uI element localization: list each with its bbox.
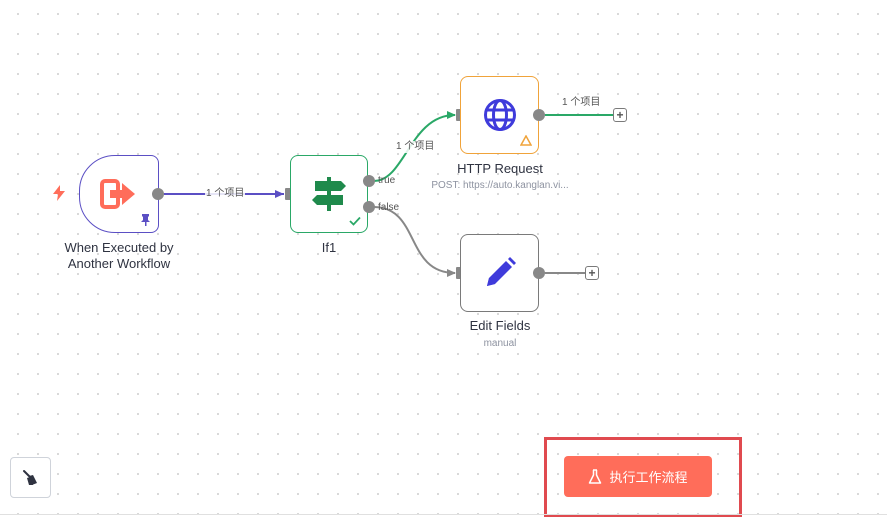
http-node-title: HTTP Request — [457, 161, 543, 176]
lightning-bolt-icon — [53, 185, 65, 201]
output-handle-false[interactable] — [363, 201, 375, 213]
if-node-title: If1 — [321, 240, 337, 255]
sign-in-arrow-icon — [100, 179, 135, 209]
tidy-up-button[interactable] — [10, 457, 51, 498]
execute-workflow-label: 执行工作流程 — [609, 470, 688, 485]
add-node-after-edit-button[interactable]: + — [585, 266, 599, 280]
execute-workflow-button[interactable]: 执行工作流程 — [564, 456, 712, 497]
warning-triangle-icon — [520, 135, 532, 146]
port-label-false: false — [378, 202, 400, 213]
node-when-executed-by-another-workflow[interactable] — [79, 155, 159, 233]
flask-icon — [589, 468, 602, 484]
http-node-subtitle: POST: https://auto.kanglan.vi... — [431, 180, 569, 191]
edit-node-title: Edit Fields — [469, 318, 531, 333]
trigger-title-line-2: Another Workflow — [67, 256, 171, 271]
node-http-request[interactable] — [460, 76, 539, 154]
connection-arrowhead — [447, 111, 456, 119]
port-label-true: true — [378, 175, 396, 186]
edit-node-subtitle: manual — [483, 338, 517, 349]
node-edit-fields[interactable] — [460, 234, 539, 312]
connection-arrowhead — [275, 190, 284, 198]
workflow-canvas[interactable]: When Executed by Another Workflow 1 个项目 … — [0, 0, 887, 518]
connection-if-false-to-edit — [373, 206, 456, 274]
trigger-node-title: When Executed by Another Workflow — [40, 240, 198, 272]
edge-label-trigger-to-if: 1 个项目 — [205, 188, 246, 200]
edge-label-if-to-http: 1 个项目 — [395, 141, 436, 153]
output-handle[interactable] — [533, 267, 545, 279]
add-node-after-http-button[interactable]: + — [613, 108, 627, 122]
connection-arrowhead — [447, 269, 456, 277]
edge-label-http-out: 1 个项目 — [561, 97, 602, 109]
success-check-icon — [349, 216, 361, 226]
output-handle-true[interactable] — [363, 175, 375, 187]
output-handle[interactable] — [533, 109, 545, 121]
output-handle[interactable] — [152, 188, 164, 200]
signpost-icon — [312, 177, 346, 211]
pin-icon — [141, 214, 150, 226]
node-if1[interactable] — [290, 155, 368, 233]
trigger-title-line-1: When Executed by — [64, 240, 174, 255]
globe-icon — [483, 99, 516, 131]
pencil-icon — [486, 257, 516, 286]
canvas-bottom-border — [0, 514, 887, 515]
broom-icon — [22, 469, 37, 485]
